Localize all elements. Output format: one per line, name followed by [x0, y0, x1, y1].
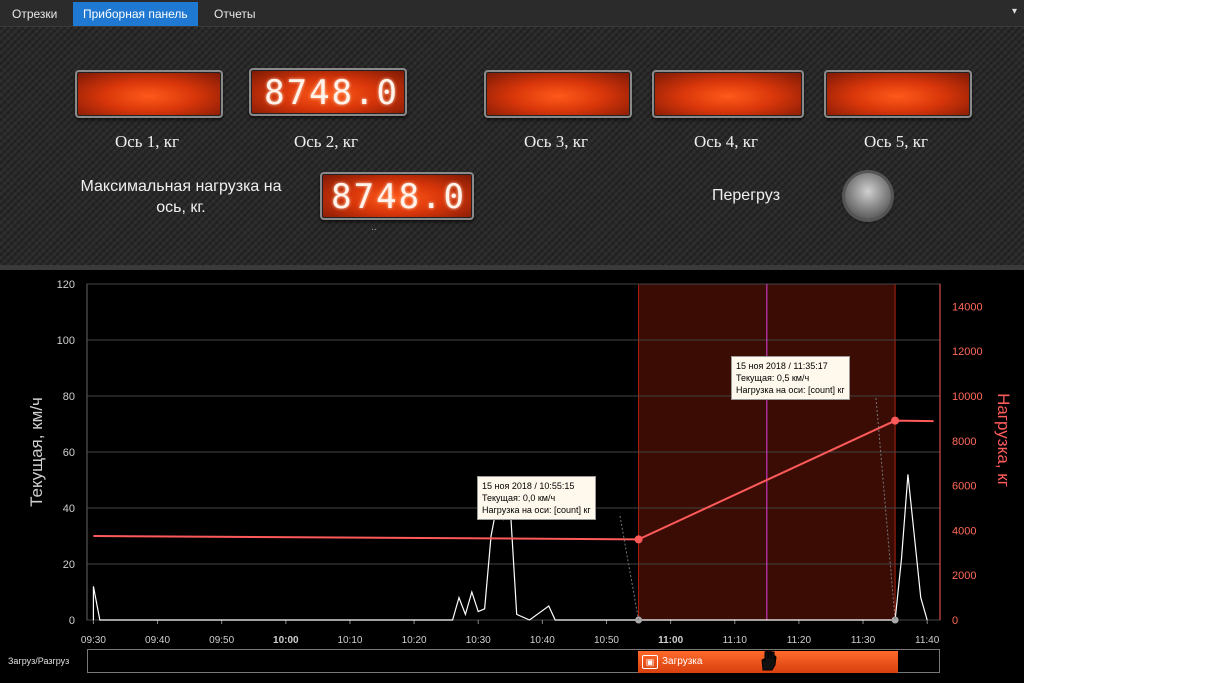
x-tick-label: 10:50	[594, 635, 619, 646]
x-tick-label: 11:00	[658, 635, 683, 646]
x-tick-label: 11:10	[723, 635, 748, 646]
y-left-tick-label: 40	[63, 503, 75, 515]
hand-icon	[761, 650, 777, 671]
y-right-axis-label: Нагрузка, кг	[994, 393, 1013, 487]
tooltip-2-load: Нагрузка на оси: [count] кг	[736, 385, 845, 395]
x-tick-label: 10:40	[530, 635, 555, 646]
y-left-tick-label: 100	[57, 335, 75, 347]
y-left-tick-label: 120	[57, 279, 75, 291]
tooltip-2-time: 15 ноя 2018 / 11:35:17	[736, 361, 828, 371]
x-tick-label: 11:30	[851, 635, 876, 646]
y-left-tick-label: 60	[63, 447, 75, 459]
y-right-tick-label: 4000	[952, 525, 976, 537]
y-right-tick-label: 12000	[952, 346, 983, 358]
y-left-tick-label: 80	[63, 391, 75, 403]
y-right-tick-label: 2000	[952, 570, 976, 582]
y-right-tick-label: 6000	[952, 481, 976, 493]
y-left-tick-label: 0	[69, 615, 75, 627]
x-tick-label: 10:10	[337, 635, 362, 646]
app-window: Отрезки Приборная панель Отчеты ▾ 8748.0…	[0, 0, 1024, 683]
loading-event-label: Загрузка	[662, 656, 703, 667]
tooltip-2-speed: Текущая: 0,5 км/ч	[736, 373, 810, 383]
x-tick-label: 11:20	[787, 635, 812, 646]
truck-icon: ▣	[642, 655, 658, 669]
timeline-row-label: Загруз/Разгруз	[8, 656, 70, 666]
y-right-tick-label: 8000	[952, 436, 976, 448]
x-tick-label: 10:30	[466, 635, 491, 646]
tooltip-2: 15 ноя 2018 / 11:35:17 Текущая: 0,5 км/ч…	[731, 356, 850, 400]
y-right-tick-label: 0	[952, 615, 958, 627]
x-tick-label: 09:50	[209, 635, 234, 646]
y-left-tick-label: 20	[63, 559, 75, 571]
y-left-axis-label: Текущая, км/ч	[27, 397, 46, 507]
x-tick-label: 09:30	[81, 635, 106, 646]
speed-load-chart[interactable]: 120 100 80 60 40 20 0 14000 12000 10000 8000 6000 40…	[0, 0, 1024, 683]
load-point-1	[634, 535, 643, 544]
x-tick-label: 11:40	[915, 635, 940, 646]
tooltip-1-speed: Текущая: 0,0 км/ч	[482, 493, 556, 503]
tooltip-1-time: 15 ноя 2018 / 10:55:15	[482, 481, 575, 491]
tooltip-1: 15 ноя 2018 / 10:55:15 Текущая: 0,0 км/ч…	[477, 476, 596, 520]
load-point-2	[891, 416, 900, 425]
y-right-tick-label: 14000	[952, 301, 983, 313]
x-tick-label: 10:00	[273, 635, 299, 646]
y-right-tick-label: 10000	[952, 391, 983, 403]
x-tick-label: 10:20	[402, 635, 427, 646]
tooltip-1-load: Нагрузка на оси: [count] кг	[482, 505, 591, 515]
x-tick-label: 09:40	[145, 635, 170, 646]
